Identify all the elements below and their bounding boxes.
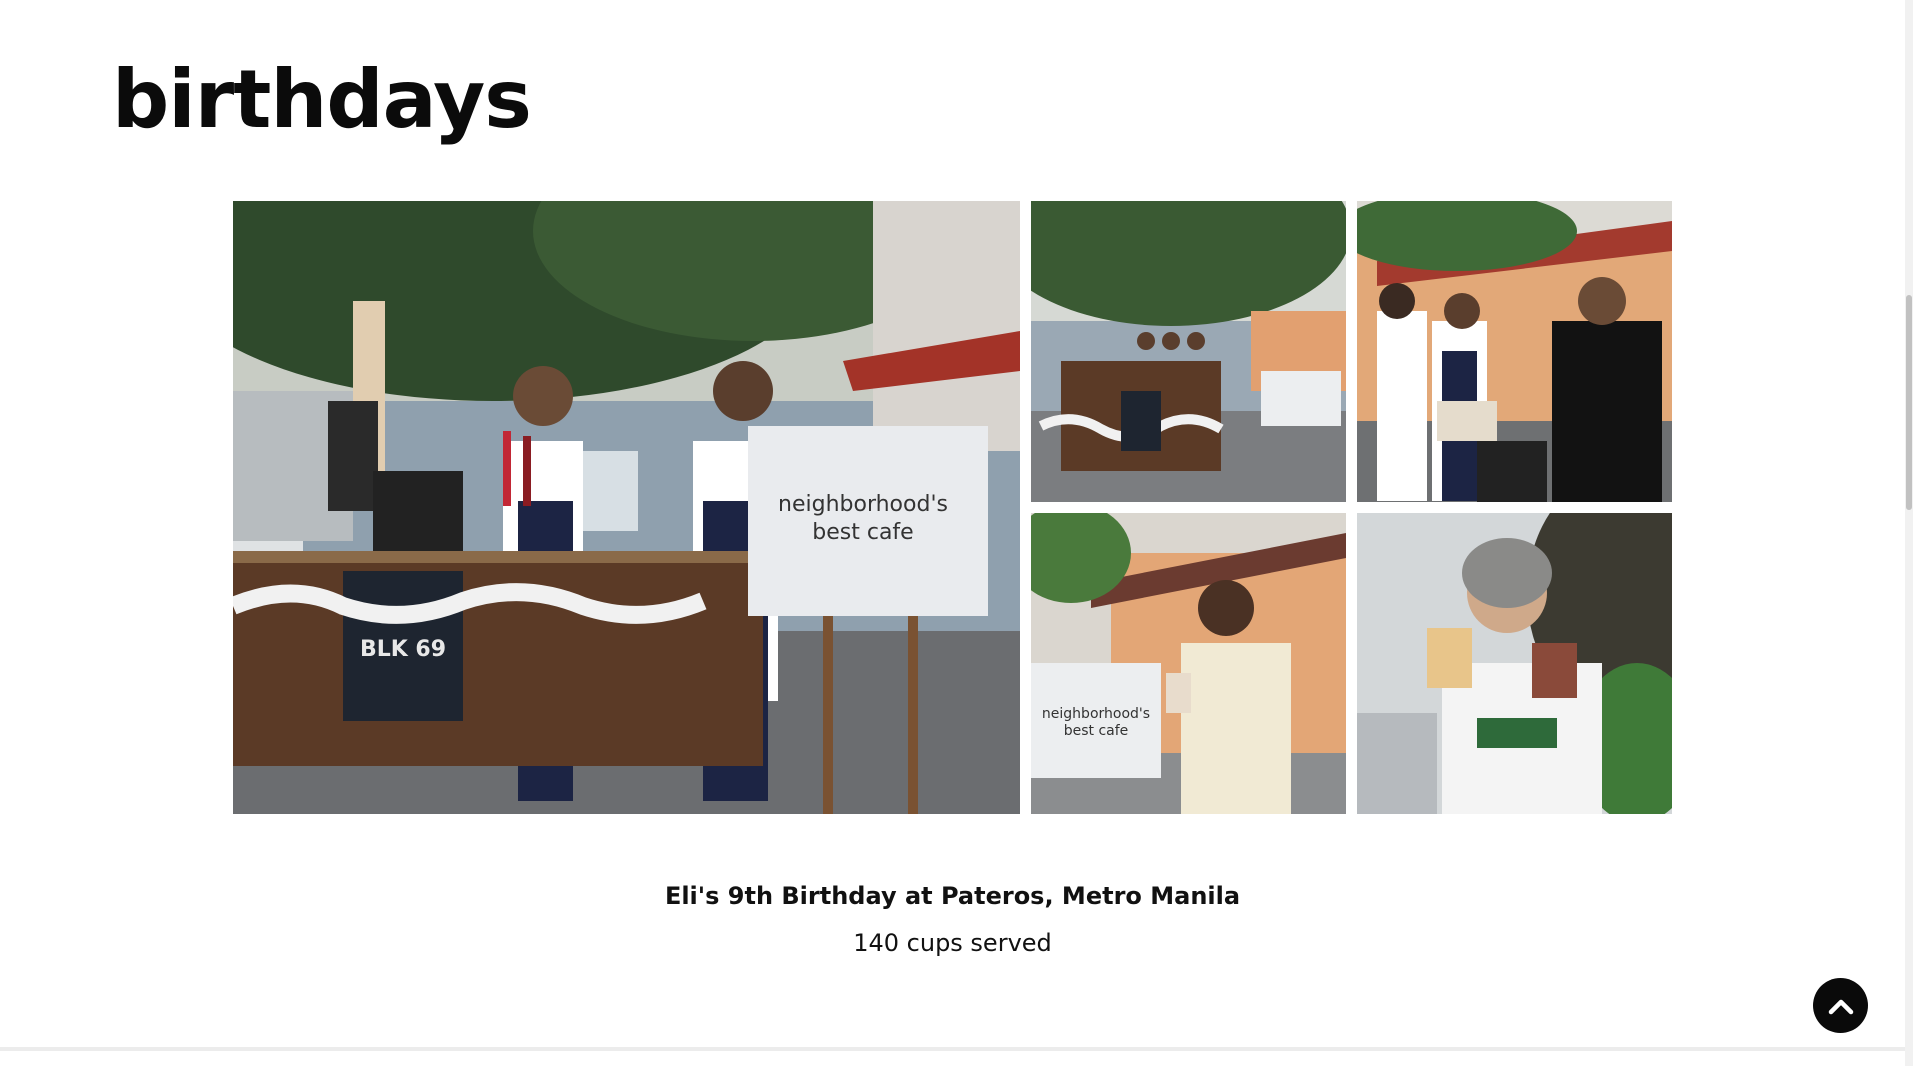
cart-logo-text: BLK 69 bbox=[360, 637, 446, 662]
photo-coffee-cart-wide-shot[interactable] bbox=[1031, 201, 1346, 502]
sign-text-line1-small: neighborhood's bbox=[1042, 706, 1150, 722]
page: birthdays neighborhood's best cafe BLK 6… bbox=[0, 0, 1913, 1066]
section-divider bbox=[0, 1047, 1905, 1051]
section-heading: birthdays bbox=[112, 53, 532, 146]
photo-guest-with-two-drinks[interactable] bbox=[1357, 513, 1672, 814]
sign-text-line2: best cafe bbox=[812, 520, 913, 545]
photo-gallery: neighborhood's best cafe BLK 69 neighbor… bbox=[233, 201, 1672, 814]
sign-text-line2-small: best cafe bbox=[1064, 723, 1129, 739]
event-title: Eli's 9th Birthday at Pateros, Metro Man… bbox=[664, 882, 1241, 910]
sign-text-line1: neighborhood's bbox=[778, 492, 948, 517]
event-details: 140 cups served bbox=[853, 929, 1052, 957]
photo-baristas-with-guest[interactable] bbox=[1357, 201, 1672, 502]
photo-baristas-at-coffee-cart[interactable]: neighborhood's best cafe BLK 69 bbox=[233, 201, 1020, 814]
photo-birthday-boy-with-drink[interactable]: neighborhood's best cafe bbox=[1031, 513, 1346, 814]
scrollbar-thumb[interactable] bbox=[1906, 295, 1912, 510]
chevron-up-icon bbox=[1828, 999, 1853, 1014]
page-scrollbar[interactable] bbox=[1905, 0, 1913, 1066]
scroll-to-top-button[interactable] bbox=[1813, 978, 1868, 1033]
